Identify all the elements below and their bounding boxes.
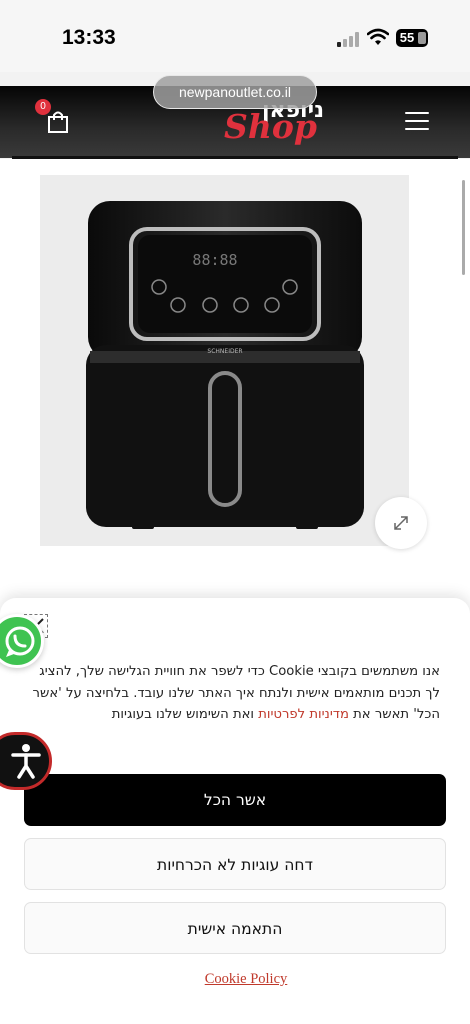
privacy-policy-link[interactable]: מדיניות לפרטיות xyxy=(258,707,349,722)
cart-icon[interactable] xyxy=(46,110,70,134)
scrollbar[interactable] xyxy=(462,180,465,275)
display-digits: 88:88 xyxy=(192,251,237,269)
reject-cookies-button[interactable]: דחה עוגיות לא הכרחיות xyxy=(24,838,446,890)
customize-button[interactable]: התאמה אישית xyxy=(24,902,446,954)
product-image[interactable]: 88:88 SCHNEIDER xyxy=(40,175,409,546)
cookie-policy-link[interactable]: Cookie Policy xyxy=(190,971,302,988)
accessibility-button[interactable] xyxy=(0,732,52,790)
status-time: 13:33 xyxy=(62,26,116,49)
cart-count-badge: 0 xyxy=(35,99,51,115)
status-bar: 13:33 55 xyxy=(0,0,470,72)
brand-label: SCHNEIDER xyxy=(207,348,242,355)
air-fryer-image: 88:88 SCHNEIDER xyxy=(86,201,364,529)
expand-button[interactable] xyxy=(375,497,427,549)
logo-shop[interactable]: Shop xyxy=(224,107,317,146)
wifi-icon xyxy=(367,28,389,45)
accessibility-icon xyxy=(11,744,41,779)
battery-icon: 55 xyxy=(396,29,428,47)
cookie-message-text-end: ואת השימוש שלנו בעוגיות xyxy=(111,707,259,722)
cookie-message: אנו משתמשים בקובצי Cookie כדי לשפר את חו… xyxy=(30,661,440,726)
menu-icon[interactable] xyxy=(405,111,429,131)
battery-level: 55 xyxy=(399,30,415,45)
url-bar[interactable]: newpanoutlet.co.il xyxy=(153,75,317,109)
accept-all-button[interactable]: אשר הכל xyxy=(24,774,446,826)
whatsapp-button[interactable] xyxy=(0,614,44,668)
expand-icon xyxy=(394,516,408,530)
signal-icon xyxy=(337,31,361,47)
whatsapp-icon xyxy=(5,626,35,657)
